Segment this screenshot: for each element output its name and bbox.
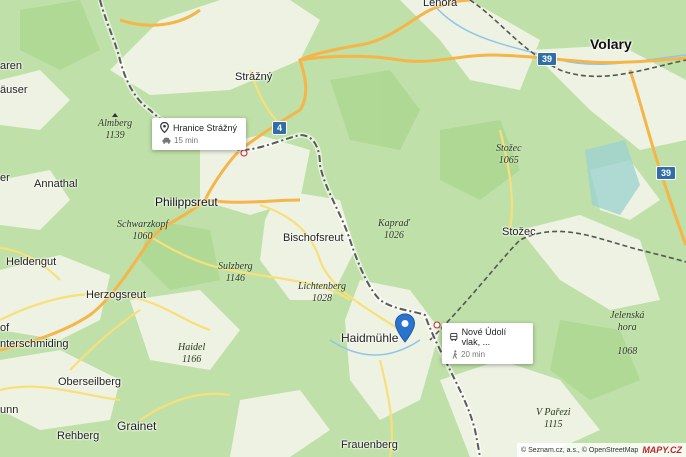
peak-label-kaprad[interactable]: Kapraď 1026 xyxy=(378,218,410,242)
town-label-annathal[interactable]: Annathal xyxy=(34,178,77,190)
peak-label-jelenska-hora[interactable]: Jelenská hora 1068 xyxy=(610,298,644,358)
bus-icon xyxy=(450,333,458,342)
peak-name: Jelenská hora xyxy=(610,310,645,333)
peak-elevation: 1028 xyxy=(311,293,332,304)
map-canvas[interactable]: 4 39 39 Lenora Volary Strážný aren äuser… xyxy=(0,0,686,457)
walking-icon xyxy=(452,350,458,359)
town-label-stozec[interactable]: Stožec xyxy=(502,226,536,238)
callout-title: Hranice Strážný xyxy=(173,122,238,133)
peak-label-lichtenberg[interactable]: Lichtenberg 1028 xyxy=(298,281,346,305)
peak-label-schwarzkopf[interactable]: Schwarzkopf 1060 xyxy=(117,219,168,243)
peak-name: V Pařezi xyxy=(536,407,571,418)
callout-duration: 15 min xyxy=(174,136,199,145)
route-callout-hranice[interactable]: Hranice Strážný 15 min xyxy=(152,118,246,150)
town-label-herzogsreut[interactable]: Herzogsreut xyxy=(86,289,146,301)
road-shield-4: 4 xyxy=(272,121,288,135)
peak-triangle-icon xyxy=(112,113,119,117)
peak-elevation: 1166 xyxy=(181,354,202,365)
road-shield-39: 39 xyxy=(656,166,677,180)
mapy-cz-logo[interactable]: MAPY.CZ xyxy=(642,445,682,455)
town-label-heldengut[interactable]: Heldengut xyxy=(6,256,56,268)
town-label-bischofsreut[interactable]: Bischofsreut xyxy=(283,232,344,244)
town-label-rehberg[interactable]: Rehberg xyxy=(57,430,99,442)
town-label-frauenberg[interactable]: Frauenberg xyxy=(341,439,398,451)
peak-elevation: 1115 xyxy=(544,419,563,430)
peak-name: Schwarzkopf xyxy=(117,219,169,230)
route-callout-nove-udoli[interactable]: Nové Údolí vlak, ... 20 min xyxy=(442,323,533,364)
town-label-aren[interactable]: aren xyxy=(0,60,22,72)
location-marker-icon[interactable] xyxy=(394,313,416,343)
peak-label-v-parezi[interactable]: V Pařezi 1115 xyxy=(536,407,571,431)
town-label-of[interactable]: of xyxy=(0,322,9,334)
peak-elevation: 1065 xyxy=(498,155,519,166)
town-label-nterschmiding[interactable]: nterschmiding xyxy=(0,338,68,350)
peak-label-almberg[interactable]: Almberg 1139 xyxy=(98,113,132,142)
map-attribution[interactable]: © Seznam.cz, a.s., © OpenStreetMap MAPY.… xyxy=(517,443,686,457)
town-label-er[interactable]: er xyxy=(0,172,10,184)
peak-name: Stožec xyxy=(496,143,522,154)
road-shield-39: 39 xyxy=(537,52,558,66)
peak-name: Almberg xyxy=(98,118,133,129)
town-label-philippsreut[interactable]: Philippsreut xyxy=(155,195,218,209)
peak-label-haidel[interactable]: Haidel 1166 xyxy=(178,342,205,366)
town-label-unn[interactable]: unn xyxy=(0,404,18,416)
peak-name: Kapraď xyxy=(378,218,410,229)
peak-label-stozec[interactable]: Stožec 1065 xyxy=(496,143,522,167)
peak-elevation: 1146 xyxy=(225,273,245,284)
callout-title: Nové Údolí vlak, ... xyxy=(461,327,507,347)
town-label-oberseilberg[interactable]: Oberseilberg xyxy=(58,376,121,388)
peak-name: Lichtenberg xyxy=(298,281,346,292)
peak-elevation: 1026 xyxy=(383,230,404,241)
peak-name: Sulzberg xyxy=(218,261,253,272)
town-label-lenora[interactable]: Lenora xyxy=(423,0,457,9)
town-label-volary[interactable]: Volary xyxy=(590,36,632,52)
peak-elevation: 1060 xyxy=(132,231,153,242)
peak-elevation: 1068 xyxy=(617,346,638,357)
peak-label-sulzberg[interactable]: Sulzberg 1146 xyxy=(218,261,253,285)
town-label-hauser[interactable]: äuser xyxy=(0,84,28,96)
town-label-grainet[interactable]: Grainet xyxy=(117,419,156,433)
peak-elevation: 1139 xyxy=(105,130,125,141)
town-label-haidmuhle[interactable]: Haidmühle xyxy=(341,331,398,345)
peak-name: Haidel xyxy=(178,342,206,353)
car-icon xyxy=(162,137,171,144)
location-pin-icon xyxy=(160,122,169,133)
town-label-strazny[interactable]: Strážný xyxy=(235,71,272,83)
attribution-text: © Seznam.cz, a.s., © OpenStreetMap xyxy=(521,446,639,454)
callout-duration: 20 min xyxy=(461,350,486,359)
map-base-layer xyxy=(0,0,686,457)
